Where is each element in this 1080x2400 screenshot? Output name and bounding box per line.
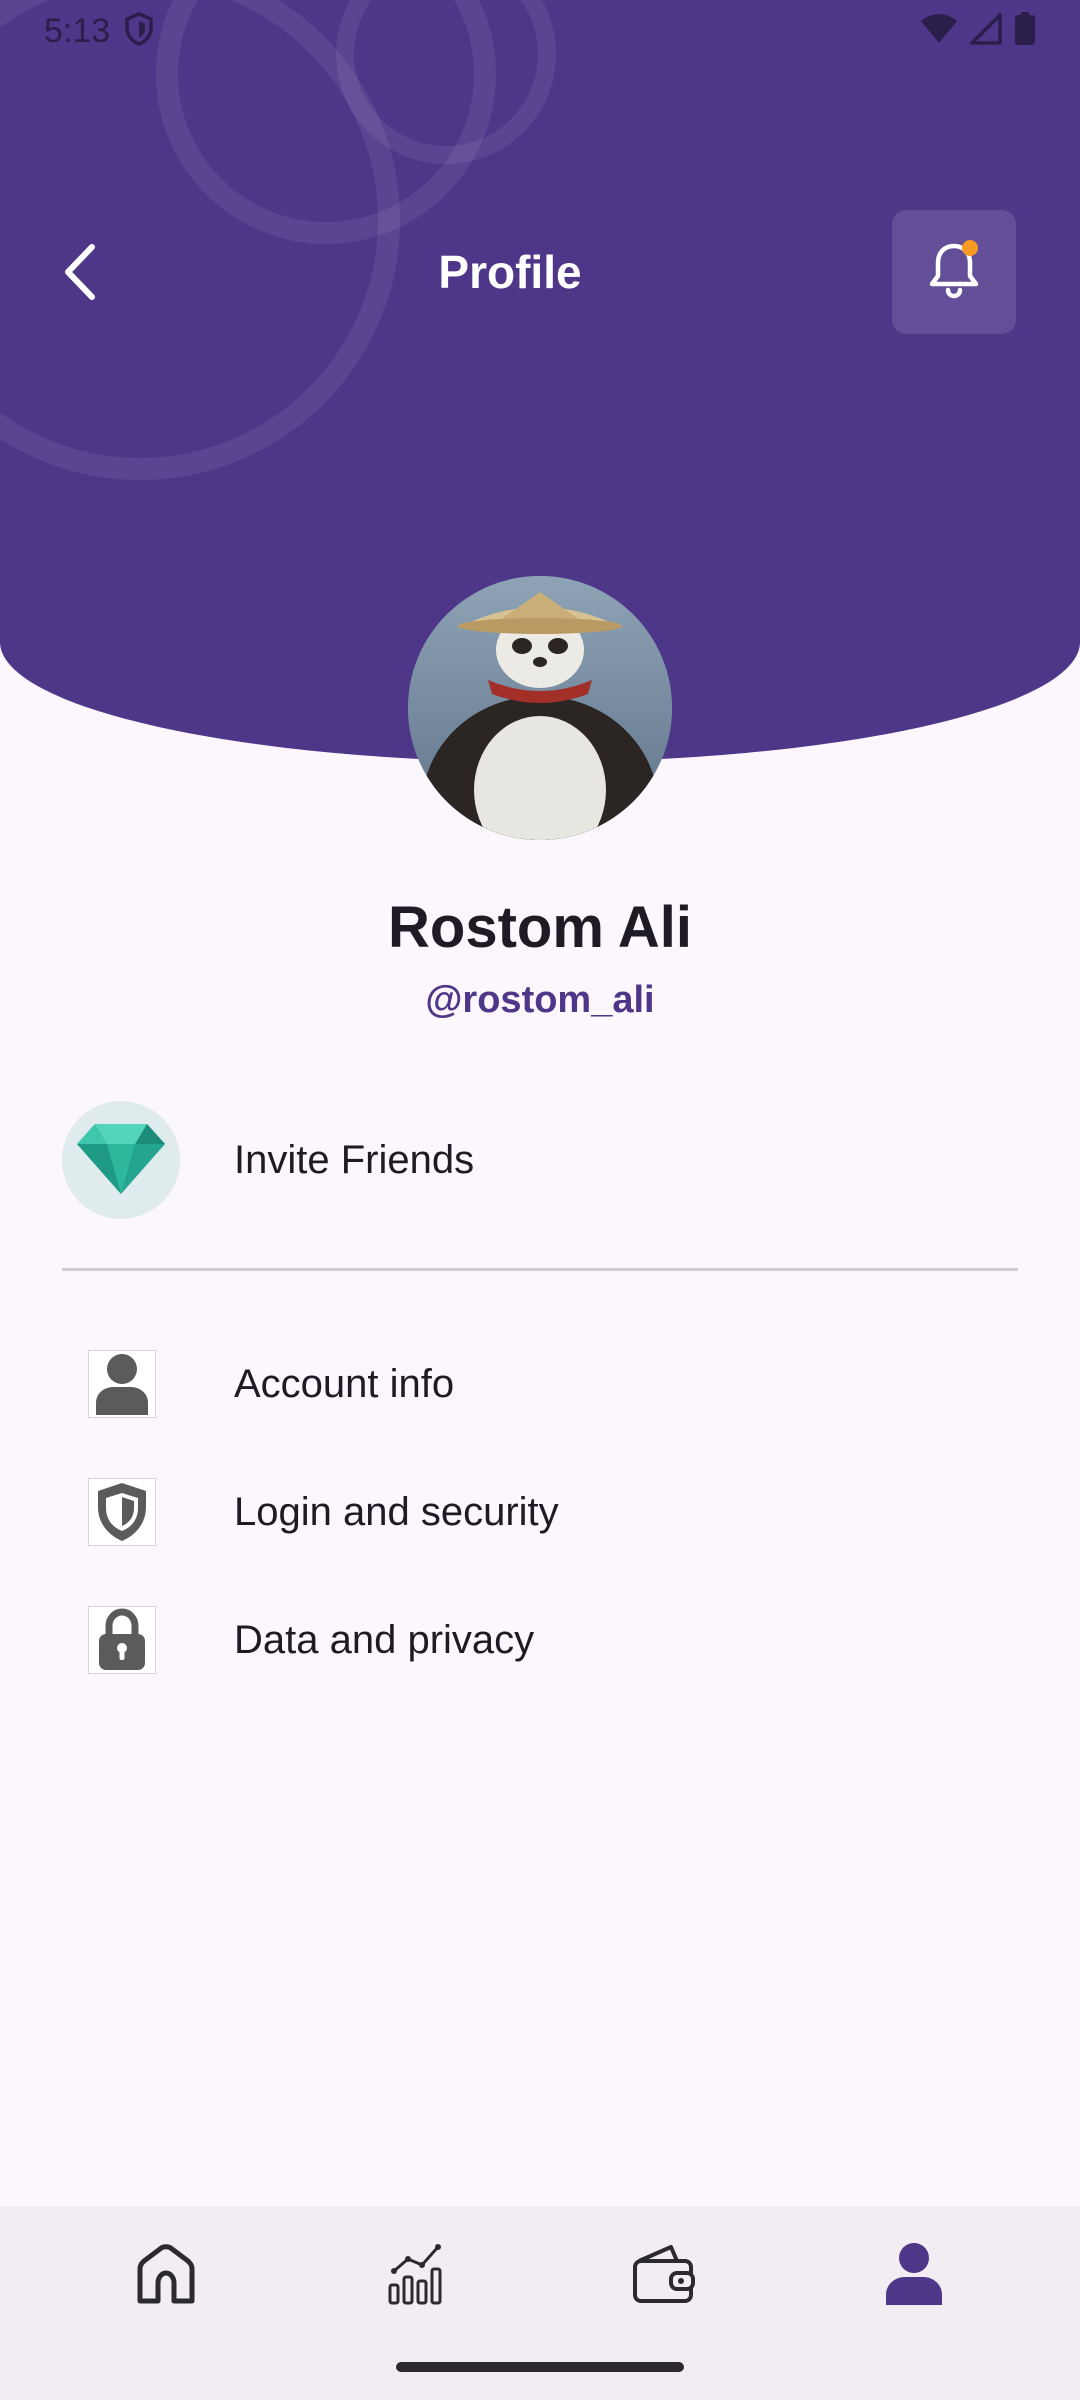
- wallet-icon: [631, 2243, 697, 2310]
- data-privacy-item[interactable]: Data and privacy: [0, 1600, 1080, 1680]
- section-divider: [62, 1268, 1018, 1271]
- avatar[interactable]: [408, 576, 672, 840]
- back-button[interactable]: [50, 236, 110, 312]
- profile-screen: 5:13 Profile Rostom Ali @rostom_ali Invi…: [0, 0, 1080, 2400]
- chart-icon: [386, 2243, 446, 2310]
- login-security-item[interactable]: Login and security: [0, 1472, 1080, 1552]
- battery-icon: [1014, 11, 1036, 51]
- person-icon: [88, 1350, 156, 1418]
- login-security-label: Login and security: [234, 1489, 559, 1534]
- lock-icon: [88, 1606, 156, 1674]
- user-name: Rostom Ali: [388, 895, 692, 960]
- person-icon: [883, 2241, 945, 2312]
- shield-status-icon: [124, 11, 154, 51]
- panda-avatar-image: [408, 576, 672, 840]
- nav-wallet[interactable]: [628, 2240, 700, 2312]
- nav-stats[interactable]: [380, 2240, 452, 2312]
- invite-icon-container: [62, 1101, 180, 1219]
- gesture-handle: [396, 2362, 684, 2372]
- user-handle: @rostom_ali: [425, 979, 655, 1021]
- nav-home[interactable]: [130, 2240, 202, 2312]
- page-title: Profile: [438, 246, 582, 298]
- invite-friends-item[interactable]: Invite Friends: [0, 1100, 1080, 1220]
- shield-icon: [88, 1478, 156, 1546]
- data-privacy-label: Data and privacy: [234, 1617, 535, 1662]
- status-time: 5:13: [44, 11, 111, 50]
- invite-friends-label: Invite Friends: [234, 1137, 475, 1182]
- cell-signal-icon: [970, 12, 1002, 50]
- home-icon: [134, 2243, 198, 2310]
- account-info-label: Account info: [234, 1361, 455, 1406]
- nav-profile[interactable]: [878, 2240, 950, 2312]
- account-info-item[interactable]: Account info: [0, 1344, 1080, 1424]
- chevron-left-icon: [60, 243, 100, 306]
- gem-icon: [75, 1120, 167, 1201]
- notification-button[interactable]: [892, 210, 1016, 334]
- notification-badge: [962, 240, 978, 256]
- wifi-icon: [920, 13, 958, 50]
- status-bar: 5:13: [0, 0, 1080, 62]
